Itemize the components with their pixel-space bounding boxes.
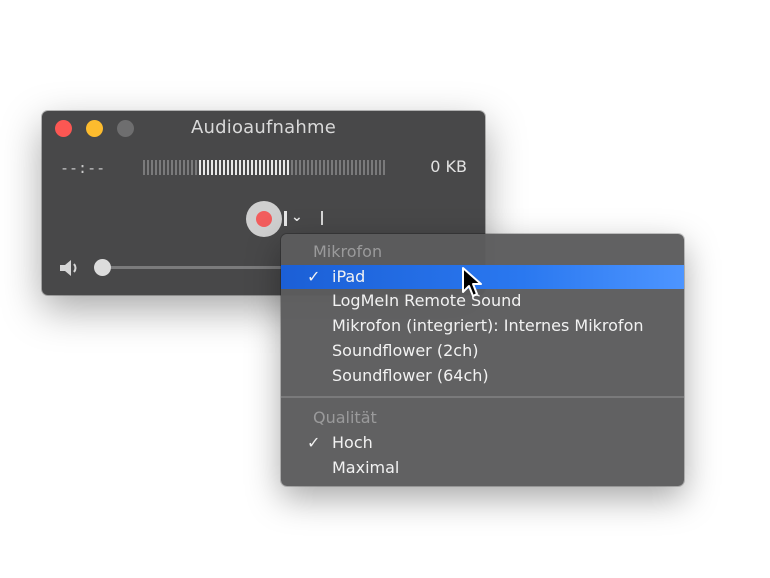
volume-slider-track[interactable] [98, 266, 298, 269]
options-dropdown-button[interactable]: ⌄ [282, 209, 308, 228]
title-bar[interactable]: Audioaufnahme [42, 111, 485, 145]
menu-item-hoch[interactable]: ✓ Hoch [281, 431, 684, 455]
menu-item-maximal[interactable]: Maximal [281, 456, 684, 480]
mouse-pointer-icon [462, 267, 482, 297]
level-meter [143, 160, 386, 175]
divider-mark [321, 211, 323, 225]
screenshot-stage: Audioaufnahme --:-- 0 KB ⌄ Mikrofon ✓ iP… [0, 0, 770, 578]
checkmark-icon: ✓ [307, 267, 321, 286]
menu-item-label: Hoch [332, 433, 373, 452]
menu-item-internal-microphone[interactable]: Mikrofon (integriert): Internes Mikrofon [281, 314, 684, 338]
menu-item-label: Soundflower (64ch) [332, 366, 489, 385]
options-bar [284, 211, 287, 226]
level-meter-fill [199, 160, 289, 175]
menu-item-soundflower-2ch[interactable]: Soundflower (2ch) [281, 339, 684, 363]
menu-item-label: Maximal [332, 458, 400, 477]
speaker-icon[interactable] [59, 259, 83, 277]
menu-item-soundflower-64ch[interactable]: Soundflower (64ch) [281, 364, 684, 388]
window-title: Audioaufnahme [191, 117, 336, 138]
record-icon [256, 211, 272, 227]
menu-separator [281, 396, 684, 398]
volume-slider-knob[interactable] [94, 259, 111, 276]
elapsed-time: --:-- [60, 159, 106, 177]
menu-item-label: Mikrofon (integriert): Internes Mikrofon [332, 316, 644, 335]
menu-item-label: iPad [332, 267, 366, 286]
menu-item-label: Soundflower (2ch) [332, 341, 479, 360]
menu-item-label: LogMeIn Remote Sound [332, 291, 522, 310]
file-size: 0 KB [430, 157, 467, 176]
chevron-down-icon: ⌄ [291, 209, 303, 225]
record-button[interactable] [246, 201, 282, 237]
menu-section-title-microphone: Mikrofon [313, 242, 383, 261]
checkmark-icon: ✓ [307, 433, 321, 452]
menu-section-title-quality: Qualität [313, 408, 377, 427]
